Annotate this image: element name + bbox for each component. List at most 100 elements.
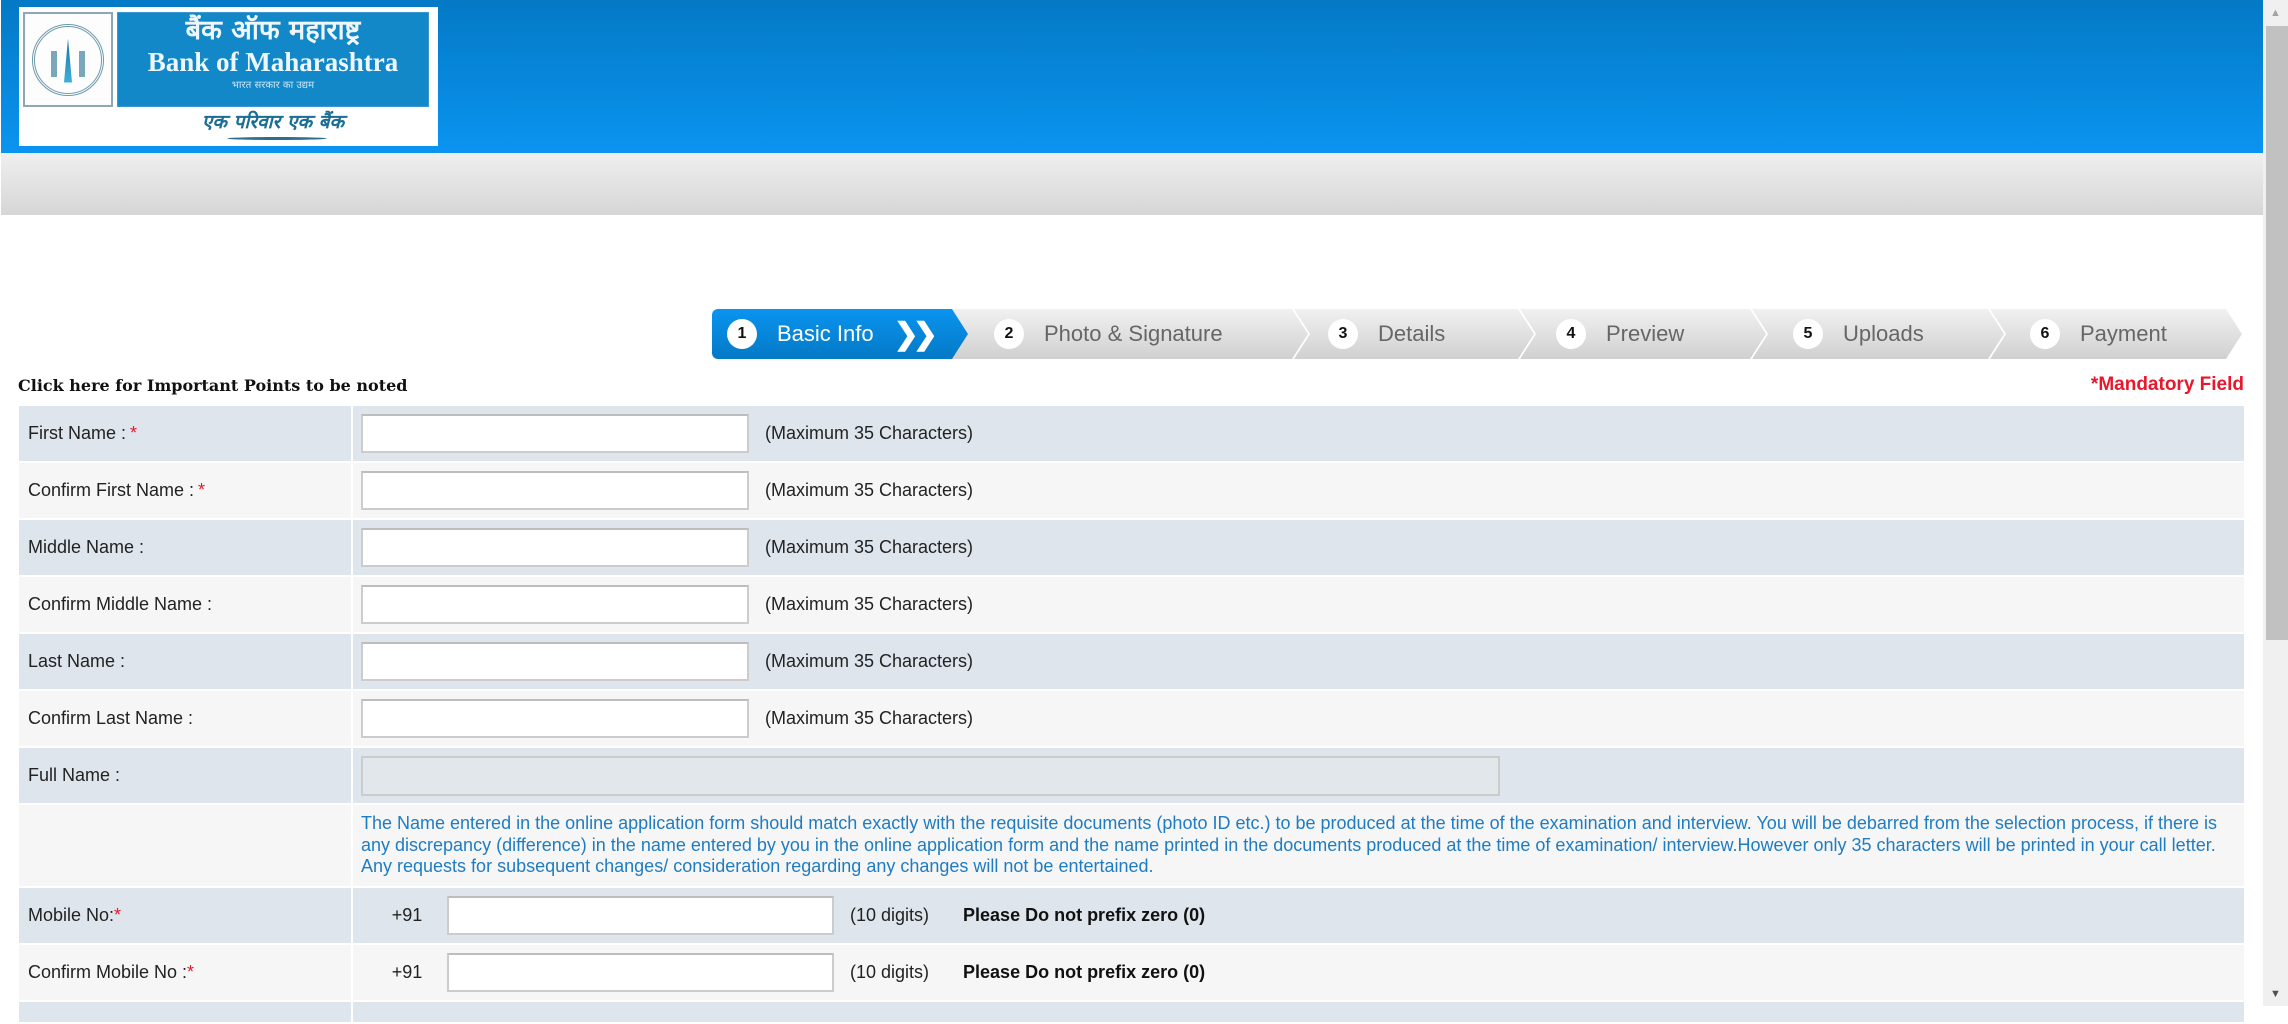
label-text: Confirm Mobile No : <box>28 962 188 982</box>
max-length-hint: (Maximum 35 Characters) <box>765 423 974 443</box>
field-cell: +91 (10 digits) Please Do not prefix zer… <box>353 945 2244 1000</box>
step-number: 3 <box>1328 319 1358 349</box>
bank-logo[interactable]: बैंक ऑफ महाराष्ट्र Bank of Maharashtra भ… <box>19 7 438 146</box>
step-number: 4 <box>1556 319 1586 349</box>
max-length-hint: (Maximum 35 Characters) <box>765 594 974 614</box>
field-label: Confirm Mobile No : * <box>19 945 351 1000</box>
bank-emblem-icon <box>23 12 113 107</box>
digits-hint: (10 digits) <box>850 905 930 925</box>
required-asterisk: * <box>198 480 206 500</box>
step-label: Basic Info <box>777 321 874 346</box>
max-length-hint: (Maximum 35 Characters) <box>765 651 974 671</box>
mobile-number-input[interactable] <box>447 896 834 935</box>
logo-tagline: एक परिवार एक बैंक <box>117 107 429 143</box>
field-label: Confirm Middle Name : <box>19 577 351 632</box>
step-label: Photo & Signature <box>1044 321 1223 346</box>
max-length-hint: (Maximum 35 Characters) <box>765 708 974 728</box>
logo-tagline-text: एक परिवार एक बैंक <box>201 111 345 133</box>
required-asterisk: * <box>114 905 122 925</box>
full-name-input <box>361 755 1500 796</box>
form-row-middle-name: Middle Name : (Maximum 35 Characters) <box>19 520 2244 575</box>
step-preview[interactable]: 4 Preview <box>1520 309 1766 359</box>
double-chevron-right-icon: ❯❯ <box>893 317 932 351</box>
field-label: Last Name : <box>19 634 351 689</box>
max-length-hint: (Maximum 35 Characters) <box>765 480 974 500</box>
step-label: Details <box>1378 321 1446 346</box>
logo-subtext: भारत सरकार का उद्यम <box>231 80 315 91</box>
label-text: Confirm First Name : <box>28 480 195 500</box>
field-cell <box>353 748 2244 803</box>
logo-banner: बैंक ऑफ महाराष्ट्र Bank of Maharashtra भ… <box>117 12 429 107</box>
confirm-first-name-input[interactable] <box>361 471 749 510</box>
empty-label-cell <box>19 805 351 886</box>
step-photo-signature[interactable]: 2 Photo & Signature <box>952 309 1308 359</box>
field-label: Middle Name : <box>19 520 351 575</box>
step-label: Uploads <box>1843 321 1924 346</box>
label-text: Middle Name : <box>28 537 145 557</box>
form-row-first-name: First Name : * (Maximum 35 Characters) <box>19 406 2244 461</box>
required-asterisk: * <box>130 423 138 443</box>
field-label: Mobile No: * <box>19 888 351 943</box>
form-row-notice: The Name entered in the online applicati… <box>19 805 2244 886</box>
important-points-link[interactable]: Click here for Important Points to be no… <box>18 376 407 395</box>
required-asterisk: * <box>187 962 195 982</box>
form-row-mobile: Mobile No: * +91 (10 digits) Please Do no… <box>19 888 2244 943</box>
mandatory-field-note: *Mandatory Field <box>2090 374 2244 395</box>
confirm-middle-name-input[interactable] <box>361 585 749 624</box>
field-label: Confirm Last Name : <box>19 691 351 746</box>
step-number: 2 <box>994 319 1024 349</box>
scroll-down-arrow-icon[interactable]: ▼ <box>2263 982 2288 1006</box>
logo-hindi-name: बैंक ऑफ महाराष्ट्र <box>185 15 361 46</box>
form-row-full-name: Full Name : <box>19 748 2244 803</box>
field-cell <box>353 1002 2244 1022</box>
progress-stepper: 1 Basic Info ❯❯ 2 Photo & Signature 3 De… <box>712 309 2242 359</box>
last-name-input[interactable] <box>361 642 749 681</box>
country-code: +91 <box>391 905 423 925</box>
site-header: बैंक ऑफ महाराष्ट्र Bank of Maharashtra भ… <box>1 0 2263 153</box>
field-label: Confirm First Name : * <box>19 463 351 518</box>
form-row-confirm-first-name: Confirm First Name : * (Maximum 35 Charac… <box>19 463 2244 518</box>
notice-cell: The Name entered in the online applicati… <box>353 805 2244 886</box>
step-details[interactable]: 3 Details <box>1294 309 1534 359</box>
first-name-input[interactable] <box>361 414 749 453</box>
label-text: First Name : <box>28 423 127 443</box>
step-number: 6 <box>2030 319 2060 349</box>
scrollbar-thumb[interactable] <box>2266 26 2288 640</box>
step-payment[interactable]: 6 Payment <box>1990 309 2242 359</box>
step-uploads[interactable]: 5 Uploads <box>1752 309 2004 359</box>
label-text: Full Name : <box>28 765 121 785</box>
step-label: Preview <box>1606 321 1685 346</box>
form-row-confirm-middle-name: Confirm Middle Name : (Maximum 35 Charac… <box>19 577 2244 632</box>
no-zero-prefix-hint: Please Do not prefix zero (0) <box>963 962 1206 982</box>
step-number: 5 <box>1793 319 1823 349</box>
digits-hint: (10 digits) <box>850 962 930 982</box>
form-row-confirm-last-name: Confirm Last Name : (Maximum 35 Characte… <box>19 691 2244 746</box>
field-cell: (Maximum 35 Characters) <box>353 691 2244 746</box>
form-row-last-name: Last Name : (Maximum 35 Characters) <box>19 634 2244 689</box>
country-code: +91 <box>391 962 423 982</box>
vertical-scrollbar[interactable]: ▲ ▼ <box>2263 0 2288 1006</box>
field-label <box>19 1002 351 1022</box>
middle-name-input[interactable] <box>361 528 749 567</box>
field-cell: +91 (10 digits) Please Do not prefix zer… <box>353 888 2244 943</box>
field-label: First Name : * <box>19 406 351 461</box>
basic-info-form: First Name : * (Maximum 35 Characters) Co… <box>19 406 2244 1024</box>
no-zero-prefix-hint: Please Do not prefix zero (0) <box>963 905 1206 925</box>
step-basic-info[interactable]: 1 Basic Info ❯❯ <box>712 309 968 359</box>
confirm-last-name-input[interactable] <box>361 699 749 738</box>
name-match-notice: The Name entered in the online applicati… <box>361 813 2218 877</box>
field-cell: (Maximum 35 Characters) <box>353 577 2244 632</box>
scroll-up-arrow-icon[interactable]: ▲ <box>2263 0 2288 26</box>
form-row-confirm-mobile: Confirm Mobile No : * +91 (10 digits) Ple… <box>19 945 2244 1000</box>
field-cell: (Maximum 35 Characters) <box>353 520 2244 575</box>
logo-english-name: Bank of Maharashtra <box>147 47 399 77</box>
label-text: Last Name : <box>28 651 126 671</box>
confirm-mobile-number-input[interactable] <box>447 953 834 992</box>
field-label: Full Name : <box>19 748 351 803</box>
label-text: Mobile No: <box>28 905 115 925</box>
label-text: Confirm Last Name : <box>28 708 194 728</box>
form-row-next-partial <box>19 1002 2244 1022</box>
field-cell: (Maximum 35 Characters) <box>353 406 2244 461</box>
step-number: 1 <box>727 319 757 349</box>
step-label: Payment <box>2080 321 2167 346</box>
